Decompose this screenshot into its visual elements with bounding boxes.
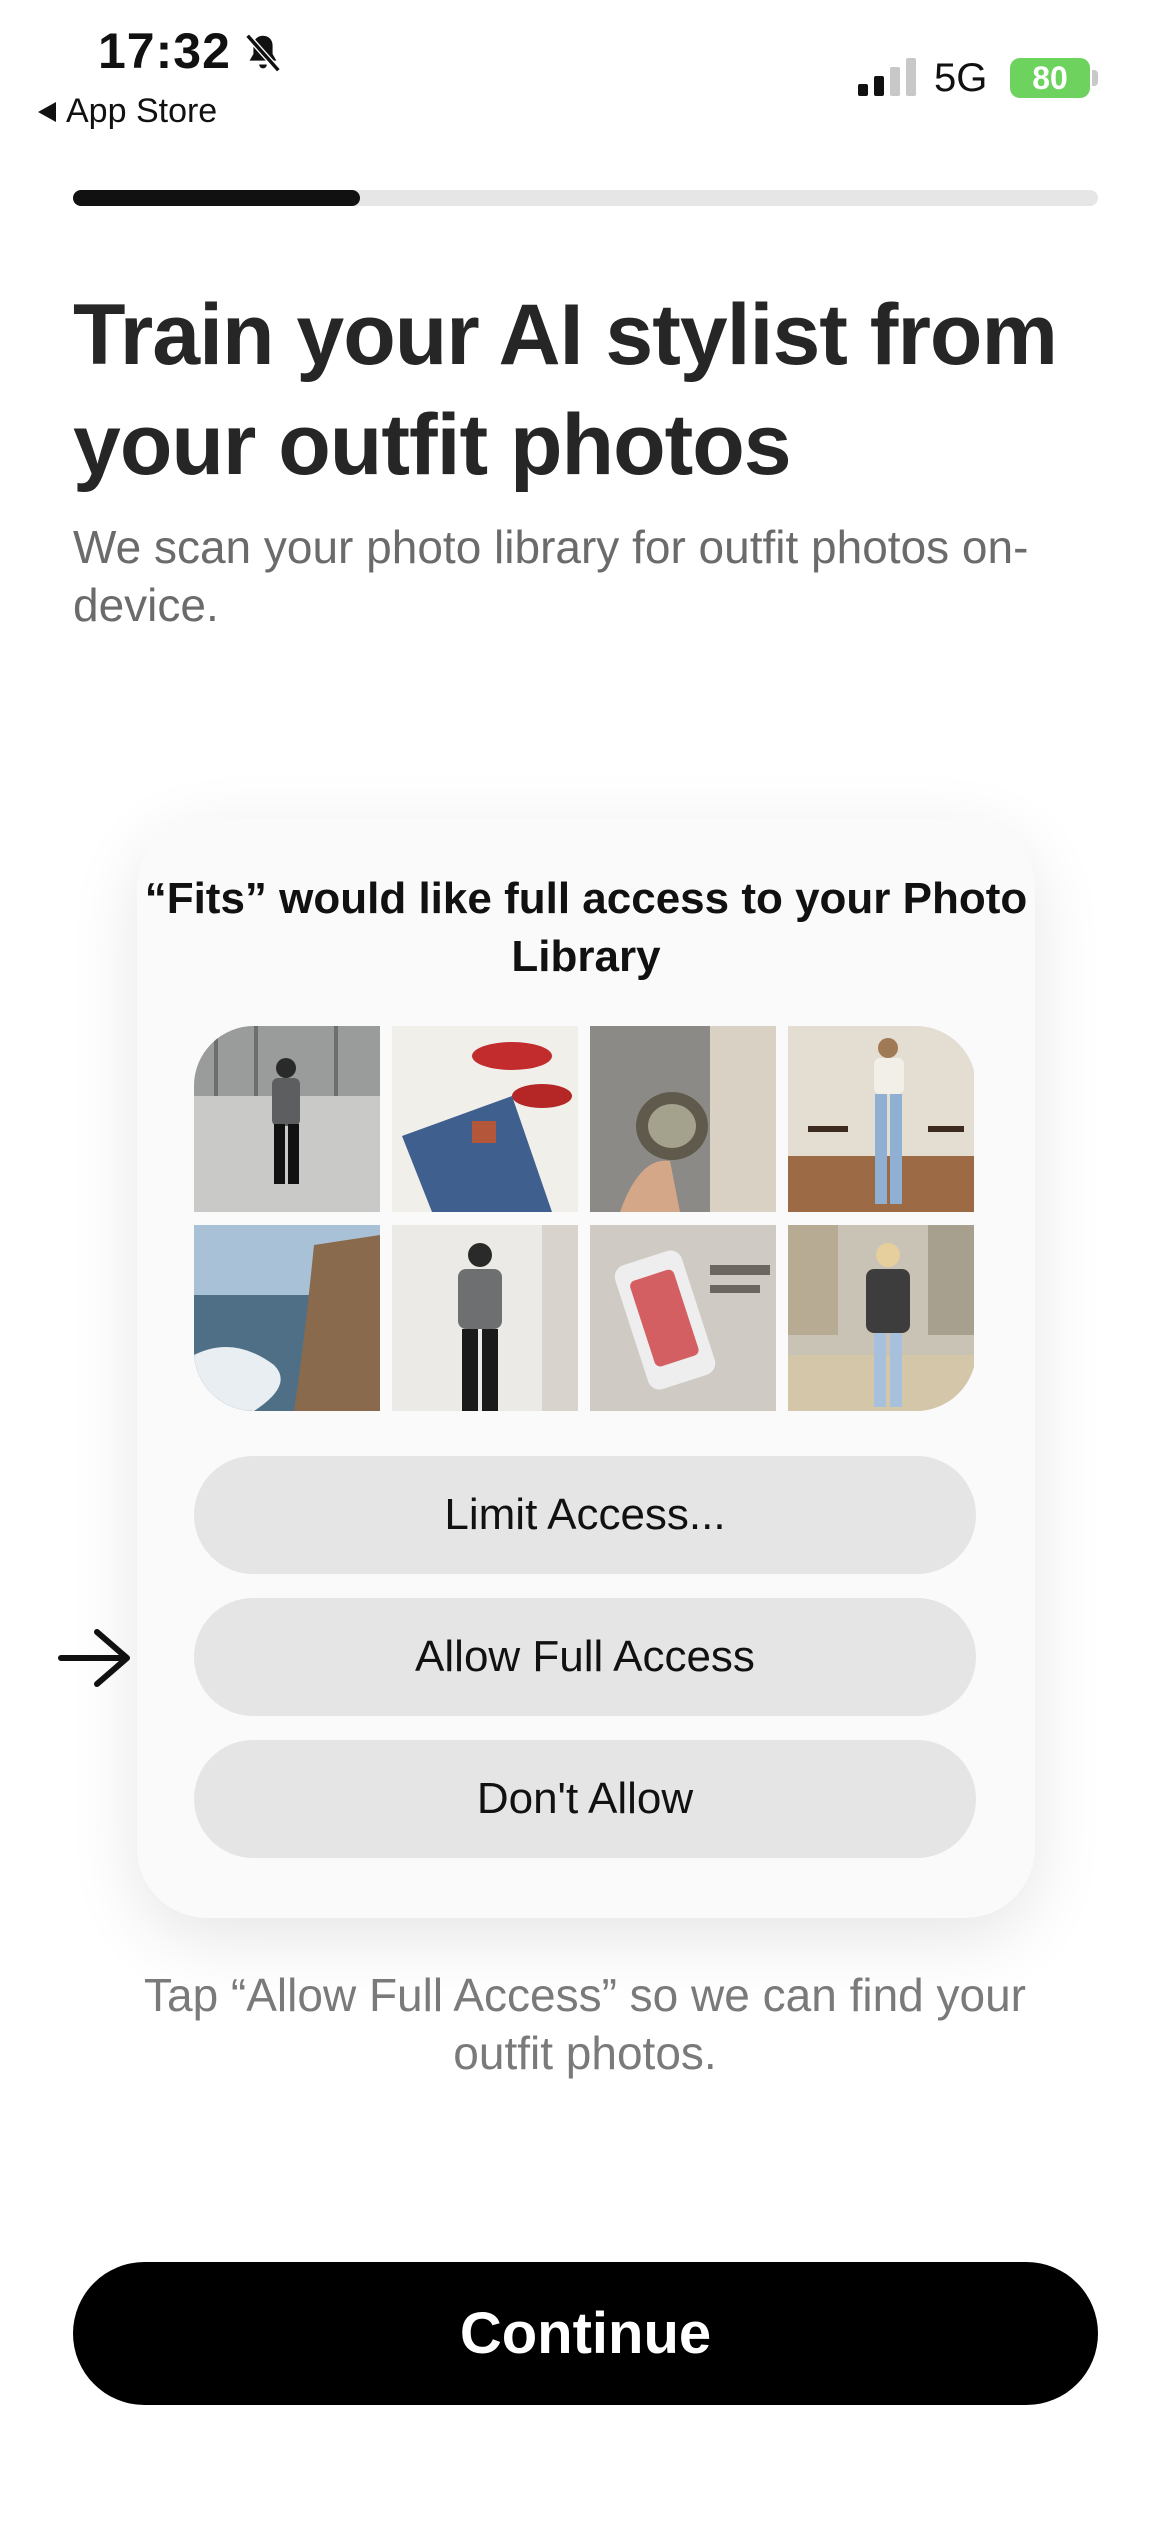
- photo-thumbnail-phone-magazine: [590, 1225, 776, 1411]
- status-time: 17:32: [98, 23, 231, 79]
- progress-fill: [73, 190, 360, 206]
- photo-thumbnail-street-outfit: [788, 1225, 974, 1411]
- back-label: App Store: [66, 92, 218, 130]
- photo-thumbnail-iced-coffee: [590, 1026, 776, 1212]
- page-title: Train your AI stylist from your outfit p…: [73, 287, 1058, 493]
- battery-level: 80: [1032, 59, 1068, 96]
- photo-thumbnail-coast: [194, 1225, 380, 1411]
- limit-access-button[interactable]: Limit Access...: [194, 1456, 976, 1574]
- network-type: 5G: [934, 56, 988, 100]
- photo-thumbnail-flatlay: [392, 1026, 578, 1212]
- dont-allow-button[interactable]: Don't Allow: [194, 1740, 976, 1858]
- battery-nub: [1092, 70, 1098, 86]
- signal-icon: [858, 58, 916, 96]
- onboarding-progress: [73, 190, 1098, 206]
- photo-thumbnail-mirror-outfit: [392, 1225, 578, 1411]
- photo-permission-dialog: “Fits” would like full access to your Ph…: [137, 818, 1035, 1918]
- dialog-title: “Fits” would like full access to your Ph…: [144, 874, 1028, 981]
- back-caret-icon: [38, 101, 56, 122]
- arrow-right-icon: [58, 1629, 130, 1687]
- back-to-app-store[interactable]: App Store: [38, 92, 217, 131]
- photo-grid: [194, 1026, 976, 1411]
- battery-icon: 80: [1010, 58, 1090, 98]
- photo-thumbnail-cafe-outfit: [788, 1026, 974, 1212]
- allow-full-access-button[interactable]: Allow Full Access: [194, 1598, 976, 1716]
- bell-slash-icon: [245, 33, 281, 73]
- continue-button[interactable]: Continue: [73, 2262, 1098, 2405]
- status-bar: 17:32 App Store 5G 80: [0, 0, 1170, 150]
- photo-thumbnail-mirror-selfie: [194, 1026, 380, 1212]
- instruction-hint: Tap “Allow Full Access” so we can find y…: [143, 1969, 1027, 2079]
- page-subtitle: We scan your photo library for outfit ph…: [73, 521, 1029, 631]
